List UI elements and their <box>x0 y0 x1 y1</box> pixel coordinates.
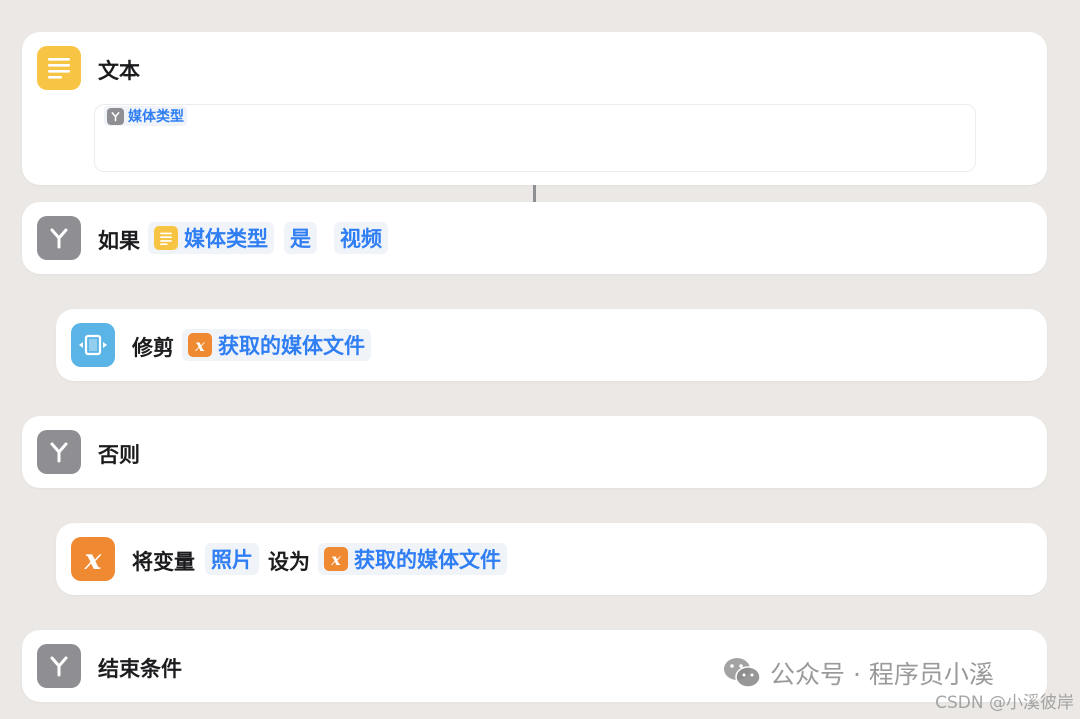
text-content-field[interactable] <box>94 104 976 172</box>
action-title: 文本 <box>98 59 140 83</box>
branch-icon <box>37 430 81 474</box>
condition-variable-token[interactable]: 媒体类型 <box>148 222 274 254</box>
media-file-variable-token[interactable]: x 获取的媒体文件 <box>182 329 371 361</box>
action-title: 修剪 <box>132 336 174 360</box>
watermark: 公众号 · 程序员小溪 <box>722 655 994 691</box>
token-label: 照片 <box>211 548 253 572</box>
if-action-card[interactable]: 如果 媒体类型 是 视频 <box>22 202 1047 274</box>
action-title: 否则 <box>98 443 140 467</box>
wechat-icon <box>724 658 761 688</box>
variable-name-token[interactable]: 照片 <box>205 543 259 575</box>
set-variable-action-card[interactable]: x 将变量 照片 设为 x 获取的媒体文件 <box>56 523 1047 595</box>
variable-x-icon: x <box>324 547 348 571</box>
token-label: 获取的媒体文件 <box>218 334 365 358</box>
token-label: 获取的媒体文件 <box>354 548 501 572</box>
branch-icon <box>107 107 124 125</box>
branch-icon <box>37 644 81 688</box>
action-title-prefix: 将变量 <box>132 550 195 574</box>
media-type-variable-token[interactable]: 媒体类型 <box>104 106 187 126</box>
token-label: 视频 <box>340 227 382 251</box>
csdn-watermark: CSDN @小溪彼岸 <box>935 693 1074 713</box>
variable-x-icon: x <box>188 333 212 357</box>
variable-x-icon: x <box>71 537 115 581</box>
token-label: 媒体类型 <box>184 227 268 251</box>
media-file-variable-token[interactable]: x 获取的媒体文件 <box>318 543 507 575</box>
token-label: 媒体类型 <box>128 109 184 125</box>
trim-action-card[interactable]: 修剪 x 获取的媒体文件 <box>56 309 1047 381</box>
text-lines-icon <box>154 226 178 250</box>
watermark-text: 公众号 · 程序员小溪 <box>770 660 994 689</box>
branch-icon <box>37 216 81 260</box>
condition-operator-token[interactable]: 是 <box>284 222 317 254</box>
condition-value-token[interactable]: 视频 <box>334 222 388 254</box>
action-title: 如果 <box>98 229 140 253</box>
otherwise-action-card[interactable]: 否则 <box>22 416 1047 488</box>
action-title: 结束条件 <box>98 657 182 681</box>
text-lines-icon <box>37 46 81 90</box>
action-title-middle: 设为 <box>268 550 310 574</box>
trim-video-icon <box>71 323 115 367</box>
token-label: 是 <box>290 227 311 251</box>
flow-connector <box>533 185 536 203</box>
